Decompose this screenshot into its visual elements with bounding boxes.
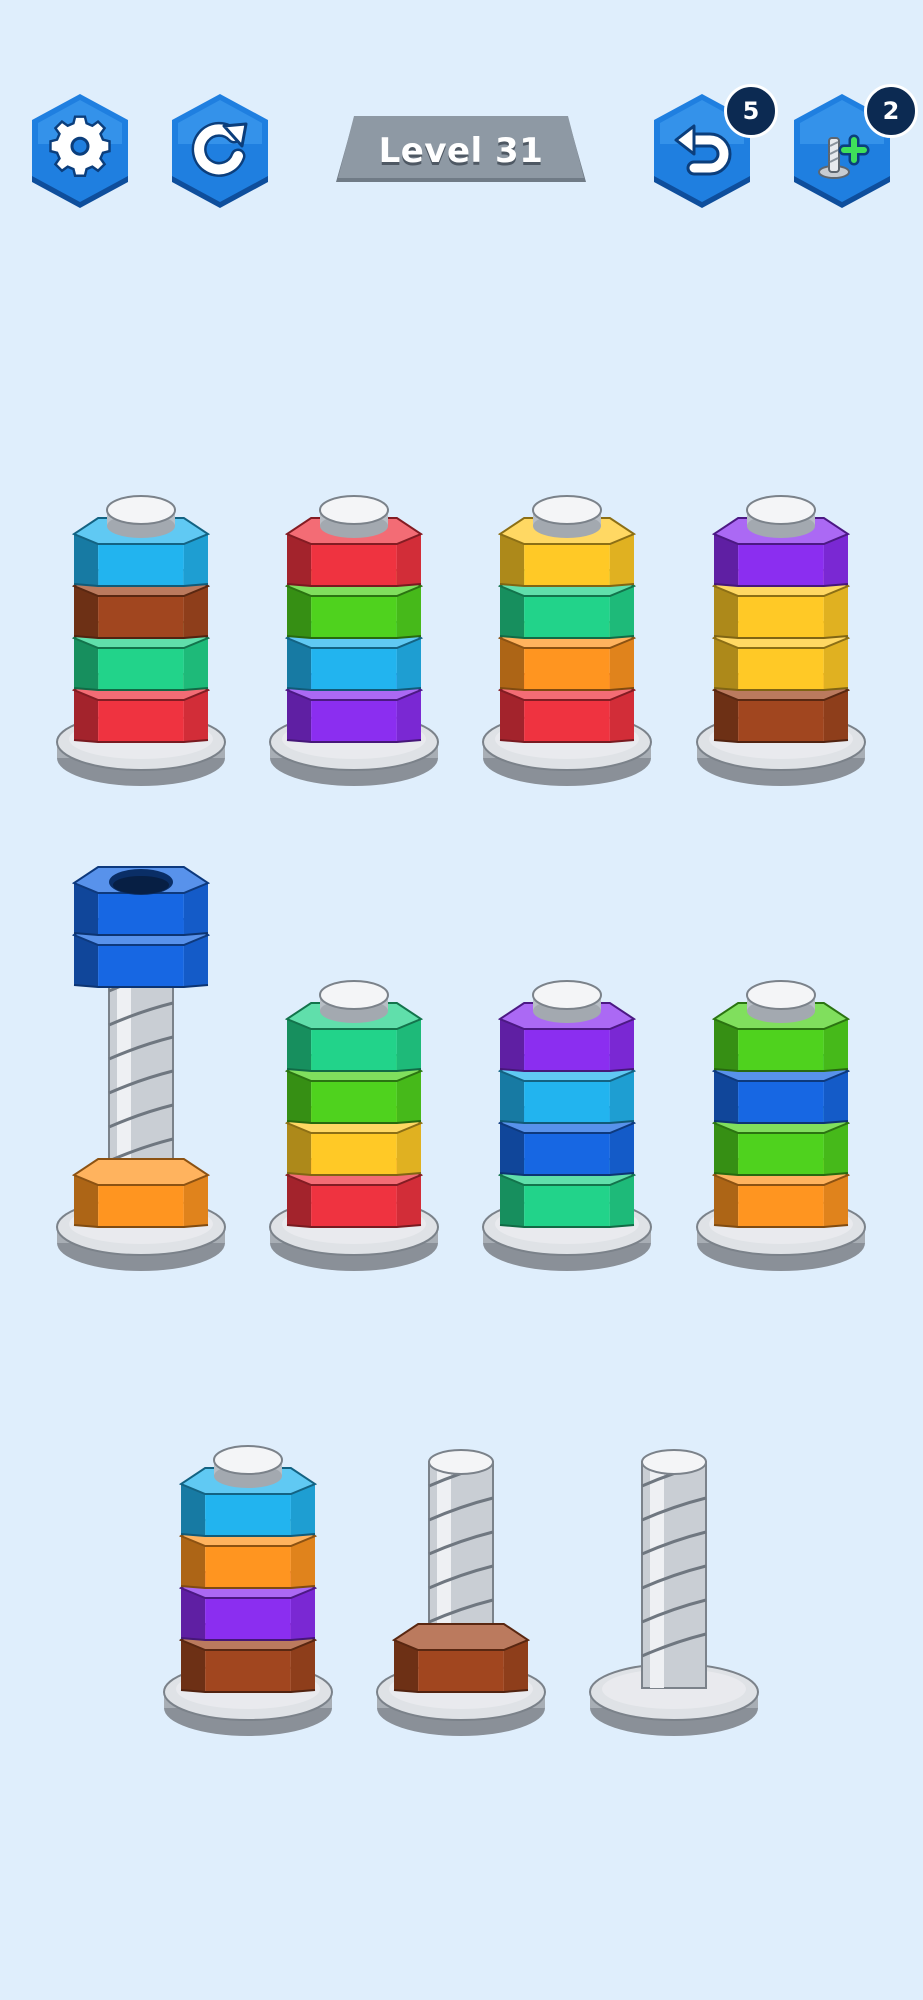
bolt-2[interactable] (269, 495, 439, 786)
bolt-8[interactable] (696, 980, 866, 1271)
level-label: Level 31 (378, 131, 544, 171)
bolt-6[interactable] (269, 980, 439, 1271)
restart-icon (191, 121, 248, 177)
bolt-cap (532, 980, 602, 1023)
nut-orange (71, 1158, 211, 1228)
bolt-cap (746, 980, 816, 1023)
lifted-nut-blue[interactable] (71, 866, 211, 936)
bolt-7[interactable] (482, 980, 652, 1271)
bolt-3[interactable] (482, 495, 652, 786)
bolt-cap (532, 495, 602, 538)
undo-button[interactable]: 5 (650, 84, 778, 208)
gear-icon (49, 115, 111, 177)
level-indicator: Level 31 (334, 116, 588, 186)
bolt-11[interactable] (589, 1449, 759, 1736)
bolt-1[interactable] (56, 495, 226, 786)
bolt-cap (319, 980, 389, 1023)
bolt-9[interactable] (163, 1445, 333, 1736)
bolt-cap (319, 495, 389, 538)
settings-button[interactable] (28, 92, 132, 208)
undo-count-badge: 5 (724, 84, 778, 138)
nut-brown (391, 1623, 531, 1693)
bolt-5[interactable] (56, 866, 226, 1271)
restart-button[interactable] (168, 92, 272, 208)
bolt-cap (106, 495, 176, 538)
game-board (56, 495, 866, 1736)
add-screw-count-badge: 2 (864, 84, 918, 138)
bolt-4[interactable] (696, 495, 866, 786)
add-screw-button[interactable]: 2 (790, 84, 918, 208)
bolt-cap (213, 1445, 283, 1488)
bolt-cap (746, 495, 816, 538)
bolt-10[interactable] (376, 1449, 546, 1736)
